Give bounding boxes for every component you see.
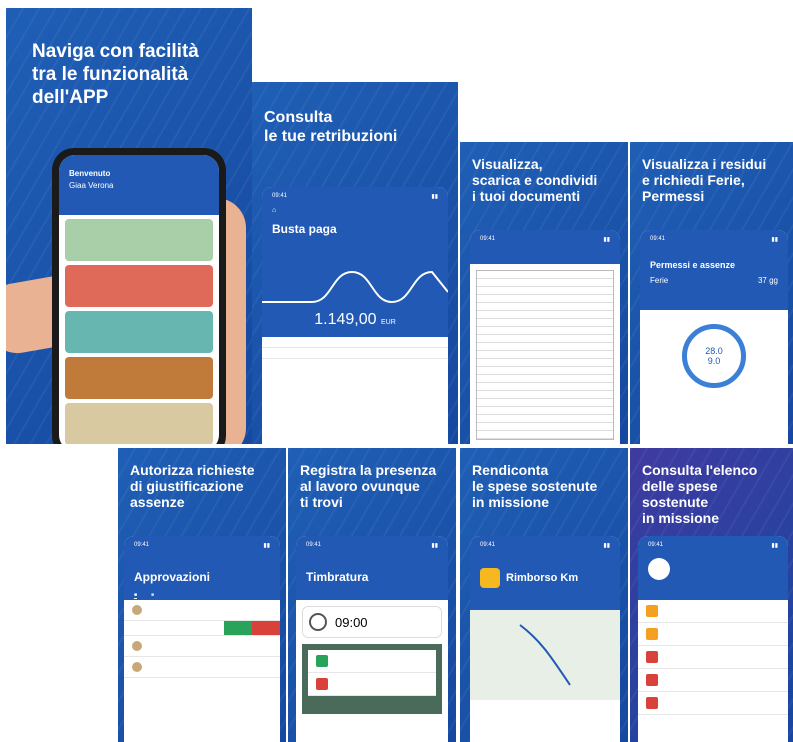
list-item[interactable]: [638, 669, 788, 692]
goduti-value: 9.0: [707, 356, 721, 366]
panel-documents: Visualizza, scarica e condividi i tuoi d…: [460, 142, 628, 444]
car-icon: [480, 568, 500, 588]
leave-screen: 09:41 ▮▮ Permessi e assenze Ferie 37 gg 2…: [640, 230, 788, 444]
expenses-screen: 09:41 ▮▮ Rimborso Km: [470, 536, 620, 742]
panel-approvals: Autorizza richieste di giustificazione a…: [118, 448, 286, 742]
panel-caption: Rendiconta le spese sostenute in mission…: [472, 462, 598, 510]
payslip-screen: 09:41 ▮▮ ⌂ Busta paga 1.149,00 EUR: [262, 187, 448, 444]
expense-list-screen: 09:41 ▮▮: [638, 536, 788, 742]
panel-payslip: Consulta le tue retribuzioni 09:41 ▮▮ ⌂ B…: [252, 82, 458, 444]
reject-button[interactable]: [252, 621, 280, 635]
list-item[interactable]: [262, 337, 448, 348]
avatar: [648, 558, 670, 580]
panel-caption: Registra la presenza al lavoro ovunque t…: [300, 462, 437, 510]
panel-navigation: Naviga con facilità tra le funzionalità …: [6, 8, 252, 444]
panel-caption: Consulta le tue retribuzioni: [264, 109, 398, 145]
approvals-title: Approvazioni: [134, 570, 211, 584]
time-card: 09:00: [302, 606, 442, 638]
leave-days: 37: [757, 276, 767, 285]
list-item[interactable]: [308, 650, 436, 673]
panel-expenses: Rendiconta le spese sostenute in mission…: [460, 448, 628, 742]
salary-chart: [262, 270, 448, 304]
home-card[interactable]: [65, 311, 213, 353]
leave-label: Ferie: [650, 276, 669, 285]
user-name: Giaa Verona: [69, 181, 114, 190]
approve-button[interactable]: [224, 621, 252, 635]
list-item[interactable]: [124, 657, 280, 678]
home-card[interactable]: [65, 265, 213, 307]
panel-caption: Visualizza, scarica e condividi i tuoi d…: [472, 156, 598, 204]
panel-expense-list: Consulta l'elenco delle spese sostenute …: [630, 448, 793, 742]
home-card[interactable]: [65, 357, 213, 399]
home-card[interactable]: [65, 403, 213, 444]
entry-list: [302, 644, 442, 714]
list-item[interactable]: [262, 348, 448, 359]
route-map: [470, 610, 620, 700]
panel-attendance: Registra la presenza al lavoro ovunque t…: [288, 448, 456, 742]
clock-icon: [309, 613, 327, 631]
document-screen: 09:41 ▮▮: [470, 230, 620, 444]
list-item[interactable]: [124, 621, 280, 636]
list-item[interactable]: [638, 623, 788, 646]
residuo-value: 28.0: [705, 346, 723, 356]
leave-title: Permessi e assenze: [650, 260, 736, 270]
expense-title: Rimborso Km: [506, 572, 579, 584]
list-item[interactable]: [124, 636, 280, 657]
payslip-title: Busta paga: [272, 222, 337, 236]
list-item[interactable]: [638, 600, 788, 623]
list-item[interactable]: [308, 673, 436, 696]
panel-caption: Consulta l'elenco delle spese sostenute …: [642, 462, 758, 526]
welcome-text: Benvenuto: [69, 169, 111, 178]
time-value: 09:00: [335, 614, 368, 630]
list-item[interactable]: [638, 646, 788, 669]
panel-leave: Visualizza i residui e richiedi Ferie, P…: [630, 142, 793, 444]
payslip-amount: 1.149,00: [314, 311, 377, 328]
phone-mockup: Benvenuto Giaa Verona: [52, 148, 226, 444]
leave-ring: 28.0 9.0: [682, 324, 746, 388]
panel-caption: Autorizza richieste di giustificazione a…: [130, 462, 255, 510]
panel-caption: Visualizza i residui e richiedi Ferie, P…: [642, 156, 767, 204]
approvals-screen: 09:41 ▮▮ Approvazioni ■ ■: [124, 536, 280, 742]
list-item[interactable]: [124, 600, 280, 621]
attendance-title: Timbratura: [306, 570, 369, 584]
home-card[interactable]: [65, 219, 213, 261]
attendance-screen: 09:41 ▮▮ Timbratura 09:00: [296, 536, 448, 742]
document-preview: [476, 270, 614, 440]
list-item[interactable]: [638, 692, 788, 715]
panel-caption: Naviga con facilità tra le funzionalità …: [32, 41, 199, 108]
leave-unit: gg: [769, 276, 778, 285]
payslip-currency: EUR: [380, 319, 396, 326]
